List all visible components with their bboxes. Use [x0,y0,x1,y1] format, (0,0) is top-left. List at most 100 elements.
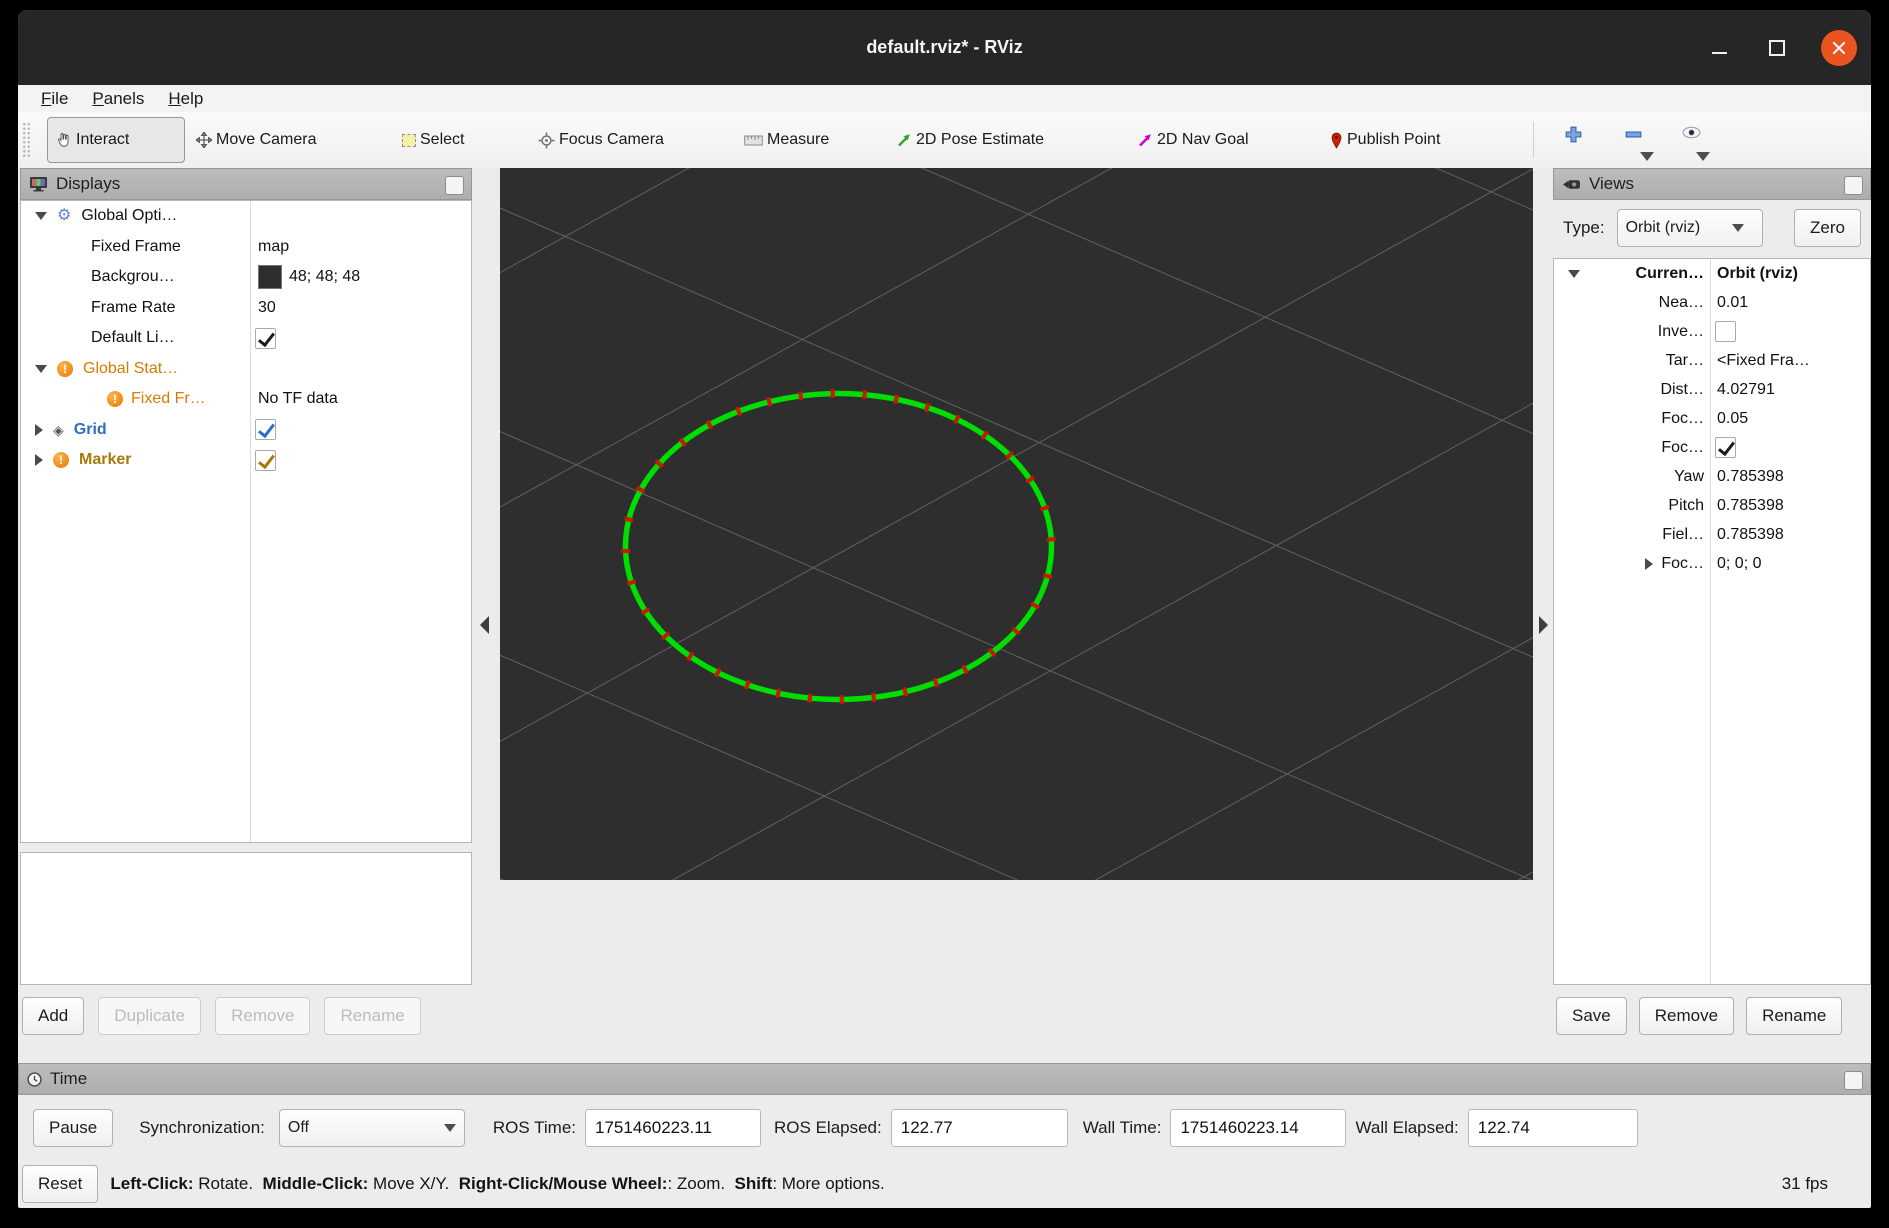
value-cell[interactable]: 0.01 [1710,294,1748,312]
expand-arrow[interactable] [35,365,47,373]
tool-label: 2D Nav Goal [1157,131,1249,149]
displays-float-button[interactable] [445,176,464,195]
property-row-fixed-frame-status[interactable]: ! Fixed Fr… No TF data [21,384,471,415]
view-row-current[interactable]: Curren… Orbit (rviz) [1554,259,1870,288]
remove-view-button[interactable]: Remove [1639,997,1734,1035]
checkbox[interactable] [1715,437,1736,458]
column-divider[interactable] [250,201,251,842]
rename-view-button[interactable]: Rename [1746,997,1842,1035]
column-divider[interactable] [1710,259,1711,984]
screenshot-stage: default.rviz* - RViz File Panels Help In… [0,0,1889,1228]
expand-arrow[interactable] [35,424,43,436]
value-cell[interactable]: 0; 0; 0 [1710,555,1761,573]
property-row-background[interactable]: Backgrou… 48; 48; 48 [21,262,471,293]
wall-elapsed-field[interactable]: 122.74 [1468,1109,1638,1147]
zoom-out-button[interactable] [1618,126,1648,154]
value-cell[interactable]: 30 [250,299,276,317]
camera-visibility-dropdown-arrow[interactable] [1696,152,1710,161]
value-cell[interactable]: 0.05 [1710,410,1748,428]
tool-label: Select [420,131,464,149]
view-row-focal-shape-fixed[interactable]: Foc… [1554,433,1870,462]
measure-ruler-icon [744,135,763,146]
menu-help[interactable]: Help [157,87,214,111]
zoom-in-button[interactable] [1558,126,1588,154]
menu-bar: File Panels Help [18,85,1871,112]
view-type-dropdown[interactable]: Orbit (rviz) [1617,209,1763,247]
checkbox[interactable] [255,328,276,349]
minimize-button[interactable] [1705,34,1733,62]
view-row-near-clip[interactable]: Nea… 0.01 [1554,288,1870,317]
property-row-default-light[interactable]: Default Li… [21,323,471,354]
value-cell[interactable]: 0.785398 [1710,468,1784,486]
value-cell[interactable]: Orbit (rviz) [1710,265,1798,283]
ros-time-field[interactable]: 1751460223.11 [585,1109,761,1147]
maximize-button[interactable] [1763,34,1791,62]
property-row-global-options[interactable]: ⚙ Global Opti… [21,201,471,232]
tool-interact[interactable]: Interact [47,117,185,163]
collapse-left-panel-arrow[interactable] [480,616,489,634]
tool-select[interactable]: Select [402,112,464,168]
view-row-target-frame[interactable]: Tar… <Fixed Fra… [1554,346,1870,375]
tool-focus-camera[interactable]: Focus Camera [538,112,664,168]
value-cell[interactable]: 0.785398 [1710,497,1784,515]
3d-viewport[interactable] [500,168,1533,880]
ros-elapsed-field[interactable]: 122.77 [891,1109,1068,1147]
zero-button[interactable]: Zero [1794,209,1861,247]
checkbox[interactable] [255,450,276,471]
property-row-global-status[interactable]: ! Global Stat… [21,354,471,385]
value-cell[interactable]: 48; 48; 48 [250,265,360,289]
camera-visibility-button[interactable] [1676,126,1706,154]
tool-publish-point[interactable]: Publish Point [1330,112,1440,168]
view-row-distance[interactable]: Dist… 4.02791 [1554,375,1870,404]
help-text: Right-Click/Mouse Wheel: [459,1174,668,1194]
remove-button[interactable]: Remove [215,997,310,1035]
clock-icon [27,1072,42,1087]
value-cell[interactable]: map [250,238,289,256]
duplicate-button[interactable]: Duplicate [98,997,201,1035]
view-row-pitch[interactable]: Pitch 0.785398 [1554,491,1870,520]
toolbar-grip[interactable] [22,122,31,158]
property-row-grid[interactable]: ◈ Grid [21,415,471,446]
checkbox[interactable] [255,419,276,440]
tool-measure[interactable]: Measure [744,112,829,168]
value-cell[interactable]: <Fixed Fra… [1710,352,1810,370]
reset-button[interactable]: Reset [22,1165,98,1203]
add-button[interactable]: Add [22,997,84,1035]
wall-time-field[interactable]: 1751460223.14 [1170,1109,1346,1147]
time-float-button[interactable] [1844,1071,1863,1090]
value-cell[interactable]: 4.02791 [1710,381,1775,399]
property-row-frame-rate[interactable]: Frame Rate 30 [21,293,471,324]
expand-arrow[interactable] [1645,558,1653,570]
move-camera-icon [196,132,212,148]
view-row-focal-shape-size[interactable]: Foc… 0.05 [1554,404,1870,433]
window-title: default.rviz* - RViz [18,10,1871,85]
pause-button[interactable]: Pause [33,1109,113,1147]
rename-button[interactable]: Rename [324,997,420,1035]
expand-arrow[interactable] [1568,270,1580,278]
zoom-out-dropdown-arrow[interactable] [1640,152,1654,161]
close-button[interactable] [1821,30,1857,66]
view-row-invert-z[interactable]: Inve… [1554,317,1870,346]
views-float-button[interactable] [1844,176,1863,195]
menu-file[interactable]: File [30,87,79,111]
ros-elapsed-label: ROS Elapsed: [774,1118,882,1138]
view-row-yaw[interactable]: Yaw 0.785398 [1554,462,1870,491]
view-row-focal-point[interactable]: Foc… 0; 0; 0 [1554,549,1870,578]
tool-2d-pose-estimate[interactable]: 2D Pose Estimate [896,112,1044,168]
focus-camera-icon [538,132,555,149]
value-cell[interactable]: 0.785398 [1710,526,1784,544]
collapse-right-panel-arrow[interactable] [1539,616,1548,634]
property-row-marker[interactable]: ! Marker [21,445,471,476]
tool-move-camera[interactable]: Move Camera [196,112,316,168]
sync-dropdown[interactable]: Off [279,1109,465,1147]
checkbox[interactable] [1715,321,1736,342]
help-text: : Zoom. [667,1174,734,1194]
save-view-button[interactable]: Save [1556,997,1627,1035]
property-row-fixed-frame[interactable]: Fixed Frame map [21,232,471,263]
menu-panels[interactable]: Panels [81,87,155,111]
tool-2d-nav-goal[interactable]: 2D Nav Goal [1137,112,1249,168]
expand-arrow[interactable] [35,454,43,466]
value-cell[interactable]: No TF data [250,390,338,408]
expand-arrow[interactable] [35,212,47,220]
view-row-field-of-view[interactable]: Fiel… 0.785398 [1554,520,1870,549]
